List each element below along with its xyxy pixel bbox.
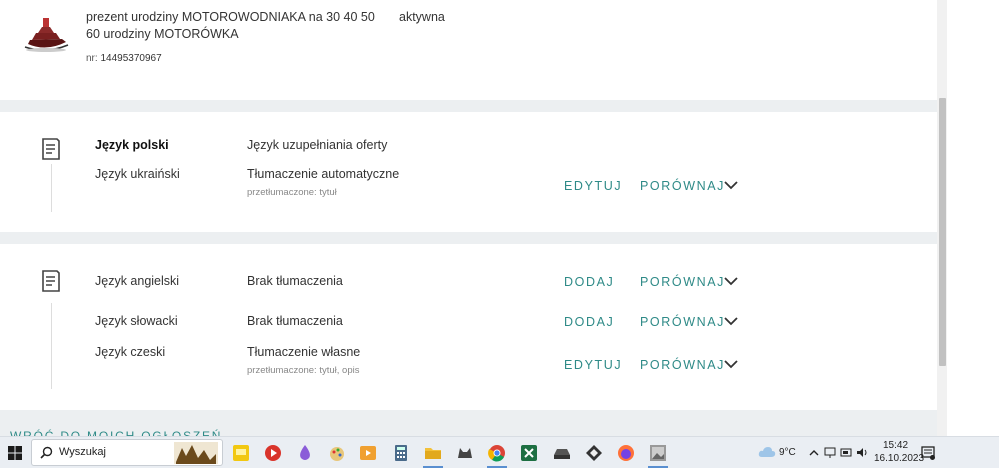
offer-thumbnail[interactable] <box>22 12 70 54</box>
translation-status: Tłumaczenie własne <box>247 345 361 359</box>
translation-detail: przetłumaczone: tytuł <box>247 187 337 198</box>
language-name: Język czeski <box>95 345 166 359</box>
edit-button[interactable]: EDYTUJ <box>564 179 622 193</box>
clock-date[interactable]: 16.10.2023 <box>874 453 924 464</box>
taskbar-app-drop[interactable] <box>293 441 317 465</box>
section-separator <box>0 100 937 112</box>
chevron-down-icon[interactable] <box>724 181 738 190</box>
window-margin <box>947 0 999 436</box>
timeline-line <box>51 303 52 389</box>
translation-status: Brak tłumaczenia <box>247 274 343 288</box>
document-icon <box>42 270 60 292</box>
taskbar-app-firefox[interactable] <box>614 441 638 465</box>
language-name: Język polski <box>95 138 169 152</box>
timeline-line <box>51 164 52 212</box>
translation-status: Język uzupełniania oferty <box>247 138 388 152</box>
offer-number-value: 14495370967 <box>100 53 162 64</box>
taskbar-app-paint[interactable] <box>325 441 349 465</box>
video-icon <box>360 446 376 460</box>
translation-detail: przetłumaczone: tytuł, opis <box>247 365 360 376</box>
offer-status: aktywna <box>399 10 445 24</box>
taskbar-app-drive[interactable] <box>550 441 574 465</box>
taskbar-app-game[interactable] <box>453 441 477 465</box>
language-name: Język słowacki <box>95 314 178 328</box>
taskbar-app-chrome[interactable] <box>485 441 509 468</box>
excel-icon <box>521 445 537 461</box>
weather-cloud-icon[interactable] <box>758 445 776 459</box>
search-highlight-image <box>174 442 218 464</box>
paint-icon <box>330 447 344 461</box>
language-name: Język ukraiński <box>95 167 180 181</box>
search-icon <box>40 446 53 459</box>
taskbar-search[interactable]: Wyszukaj <box>31 439 223 466</box>
document-icon <box>42 138 60 160</box>
search-placeholder: Wyszukaj <box>59 446 106 458</box>
scrollbar-thumb[interactable] <box>939 98 946 366</box>
clock-time[interactable]: 15:42 <box>883 440 908 451</box>
taskbar-app-file-explorer[interactable] <box>421 441 445 468</box>
drive-icon <box>554 449 570 459</box>
language-name: Język angielski <box>95 274 180 288</box>
photo-icon <box>650 445 666 461</box>
section-separator <box>0 232 937 244</box>
page-viewport: prezent urodziny MOTOROWODNIAKA na 30 40… <box>0 0 937 436</box>
add-button[interactable]: DODAJ <box>564 315 614 329</box>
firefox-icon <box>618 445 634 461</box>
compare-button[interactable]: PORÓWNAJ <box>640 275 725 289</box>
compare-button[interactable]: PORÓWNAJ <box>640 179 725 193</box>
chevron-up-icon[interactable] <box>809 449 819 456</box>
media-icon <box>265 445 281 461</box>
taskbar-app-excel[interactable] <box>517 441 541 465</box>
diamond-icon <box>586 445 602 461</box>
translation-status: Brak tłumaczenia <box>247 314 343 328</box>
translation-status: Tłumaczenie automatyczne <box>247 167 400 181</box>
cat-icon <box>458 448 472 458</box>
taskbar-app-tool[interactable] <box>582 441 606 465</box>
taskbar-app-notes[interactable] <box>229 441 253 465</box>
offer-number: nr: 14495370967 <box>86 53 162 64</box>
back-to-listings-link[interactable]: WRÓĆ DO MOICH OGŁOSZEŃ <box>10 429 222 436</box>
sticky-notes-icon <box>233 445 249 461</box>
folder-icon <box>425 448 441 459</box>
chevron-down-icon[interactable] <box>724 277 738 286</box>
calculator-icon <box>395 445 407 461</box>
offer-number-label: nr: <box>86 53 98 64</box>
taskbar: Wyszukaj 9°C 15:42 16.10.2023 <box>0 436 999 468</box>
chevron-down-icon[interactable] <box>724 360 738 369</box>
battery-icon[interactable] <box>840 447 852 458</box>
compare-button[interactable]: PORÓWNAJ <box>640 358 725 372</box>
offer-title[interactable]: prezent urodziny MOTOROWODNIAKA na 30 40… <box>86 9 386 43</box>
chrome-icon <box>488 445 505 462</box>
taskbar-app-video[interactable] <box>356 441 380 465</box>
chevron-down-icon[interactable] <box>724 317 738 326</box>
weather-temperature[interactable]: 9°C <box>779 447 796 458</box>
add-button[interactable]: DODAJ <box>564 275 614 289</box>
windows-start-icon[interactable] <box>8 446 22 460</box>
compare-button[interactable]: PORÓWNAJ <box>640 315 725 329</box>
drop-icon <box>300 445 310 460</box>
network-icon[interactable] <box>824 447 836 458</box>
taskbar-app-photos[interactable] <box>646 441 670 468</box>
taskbar-app-media[interactable] <box>261 441 285 465</box>
notifications-icon[interactable] <box>921 446 935 460</box>
taskbar-app-calculator[interactable] <box>389 441 413 465</box>
volume-icon[interactable] <box>856 447 868 458</box>
edit-button[interactable]: EDYTUJ <box>564 358 622 372</box>
